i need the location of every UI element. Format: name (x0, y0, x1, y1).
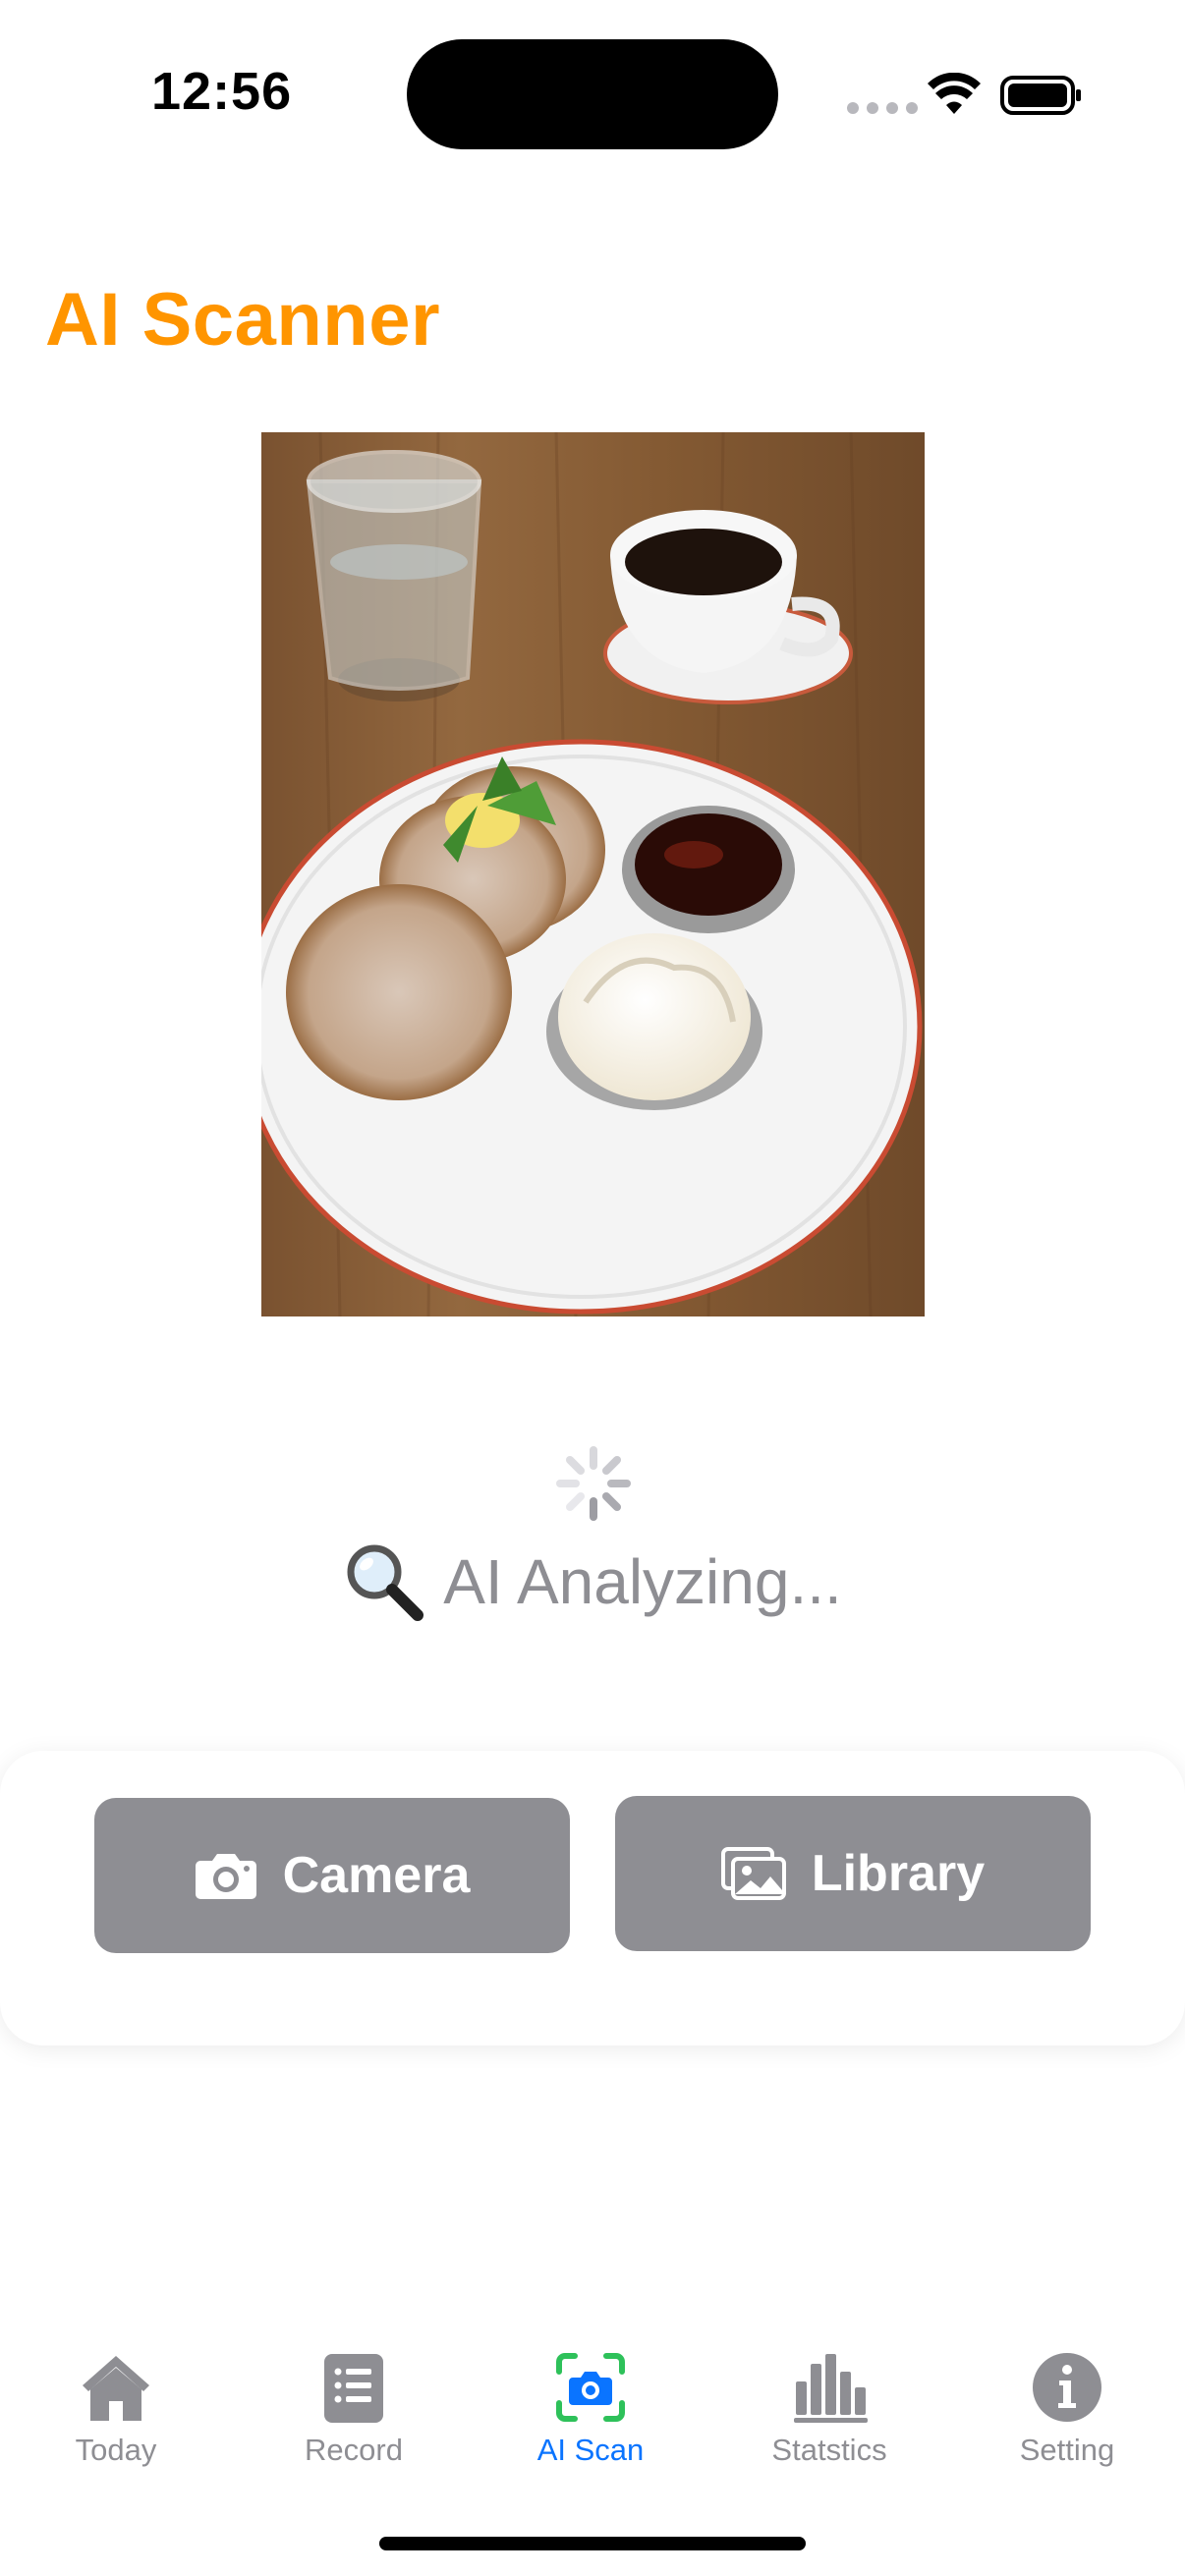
tab-label: Setting (1019, 2433, 1115, 2467)
house-icon (83, 2356, 149, 2421)
analysis-status: AI Analyzing... (0, 1540, 1185, 1623)
camera-scan-icon (556, 2353, 625, 2422)
wifi-icon (928, 73, 981, 114)
tab-today[interactable]: Today (18, 2328, 214, 2476)
tab-record[interactable]: Record (255, 2328, 452, 2476)
library-button-label: Library (811, 1845, 986, 1902)
camera-button-label: Camera (282, 1847, 471, 1904)
cellular-signal-icon (847, 102, 918, 114)
status-time: 12:56 (151, 62, 293, 121)
info-icon (1033, 2353, 1101, 2422)
library-button[interactable]: Library (615, 1796, 1091, 1951)
photo-library-icon (720, 1847, 786, 1900)
list-icon (324, 2354, 383, 2423)
tab-label: Record (305, 2433, 403, 2467)
camera-icon (195, 1854, 256, 1899)
tab-label: AI Scan (536, 2433, 645, 2467)
tab-label: Today (75, 2433, 157, 2467)
tab-bar: Today Record AI Scan Statstics Setting (0, 2328, 1185, 2476)
image-source-card: Camera Library (0, 1751, 1185, 2045)
home-indicator[interactable] (379, 2537, 806, 2550)
scanned-food-photo (261, 432, 925, 1316)
bar-chart-icon (794, 2354, 868, 2423)
page-title: AI Scanner (45, 278, 441, 362)
tab-setting[interactable]: Setting (969, 2328, 1165, 2476)
battery-icon (1000, 76, 1081, 115)
camera-button[interactable]: Camera (94, 1798, 570, 1953)
tab-ai-scan[interactable]: AI Scan (492, 2328, 689, 2476)
analysis-status-text: AI Analyzing... (443, 1546, 842, 1618)
loading-spinner-icon (556, 1446, 631, 1521)
magnifying-glass-icon (347, 1544, 424, 1622)
tab-statistics[interactable]: Statstics (731, 2328, 928, 2476)
tab-label: Statstics (771, 2433, 887, 2467)
dynamic-island (407, 39, 778, 149)
